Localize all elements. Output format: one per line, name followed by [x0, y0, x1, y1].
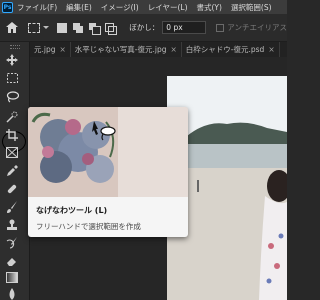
- intersect-selection-icon[interactable]: [105, 22, 118, 35]
- tool-tooltip: なげなわツール (L) フリーハンドで選択範囲を作成: [28, 107, 188, 237]
- selection-preset-icon: [28, 22, 41, 33]
- menu-file[interactable]: ファイル(F): [17, 2, 57, 13]
- history-brush-tool-icon[interactable]: [3, 235, 21, 250]
- move-tool-icon[interactable]: [3, 52, 21, 67]
- crop-tool-icon[interactable]: [3, 127, 21, 142]
- quick-selection-tool-icon[interactable]: [3, 109, 21, 124]
- tool-preset-picker[interactable]: [28, 22, 50, 33]
- panel-grip-icon[interactable]: [10, 45, 20, 49]
- menu-bar: Ps ファイル(F) 編集(E) イメージ(I) レイヤー(L) 書式(Y) 選…: [0, 0, 287, 14]
- gradient-tool-icon[interactable]: [3, 270, 21, 285]
- tab-document-3[interactable]: 白枠シャドウ-復元.psd ×: [182, 42, 280, 57]
- add-to-selection-icon[interactable]: [73, 22, 84, 33]
- frame-tool-icon[interactable]: [3, 145, 21, 160]
- tab-label: 白枠シャドウ-復元.psd: [185, 45, 265, 54]
- tab-label: 水平じゃない写真-復元.jpg: [74, 45, 167, 54]
- home-icon[interactable]: [6, 20, 19, 36]
- tools-panel: [0, 42, 30, 300]
- antialias-checkbox[interactable]: アンチエイリアス: [216, 22, 287, 33]
- selection-mode-group: [57, 22, 118, 35]
- feather-input[interactable]: [162, 21, 207, 34]
- feather-label: ぼかし：: [129, 23, 160, 32]
- tooltip-preview-image: [28, 107, 188, 197]
- tab-document-1[interactable]: 元.jpg ×: [30, 42, 71, 57]
- chevron-down-icon: [43, 26, 50, 29]
- clone-stamp-tool-icon[interactable]: [3, 217, 21, 232]
- menu-layer[interactable]: レイヤー(L): [148, 2, 188, 13]
- options-bar: ぼかし： アンチエイリアス: [0, 14, 287, 42]
- new-selection-icon[interactable]: [57, 22, 68, 33]
- tab-label: 元.jpg: [34, 45, 56, 54]
- menu-image[interactable]: イメージ(I): [101, 2, 139, 13]
- close-icon[interactable]: ×: [60, 45, 66, 54]
- antialias-label: アンチエイリアス: [227, 23, 287, 32]
- lasso-tool-icon[interactable]: [3, 89, 21, 104]
- healing-brush-tool-icon[interactable]: [3, 181, 21, 196]
- menu-edit[interactable]: 編集(E): [66, 2, 92, 13]
- checkbox-icon: [216, 23, 225, 32]
- brush-tool-icon[interactable]: [3, 199, 21, 214]
- tab-document-2[interactable]: 水平じゃない写真-復元.jpg ×: [71, 42, 182, 57]
- menu-type[interactable]: 書式(Y): [197, 2, 222, 13]
- document-tab-bar: 元.jpg × 水平じゃない写真-復元.jpg × 白枠シャドウ-復元.psd …: [30, 42, 287, 57]
- eraser-tool-icon[interactable]: [3, 253, 21, 268]
- tooltip-description: フリーハンドで選択範囲を作成: [36, 222, 141, 231]
- close-icon[interactable]: ×: [268, 45, 274, 54]
- close-icon[interactable]: ×: [171, 45, 177, 54]
- photoshop-logo-icon: Ps: [2, 1, 13, 13]
- eyedropper-tool-icon[interactable]: [3, 163, 21, 178]
- menu-select[interactable]: 選択範囲(S): [231, 2, 272, 13]
- subtract-from-selection-icon[interactable]: [89, 22, 102, 35]
- marquee-tool-icon[interactable]: [3, 70, 21, 85]
- blur-tool-icon[interactable]: [3, 286, 21, 300]
- tooltip-title: なげなわツール (L): [36, 206, 108, 215]
